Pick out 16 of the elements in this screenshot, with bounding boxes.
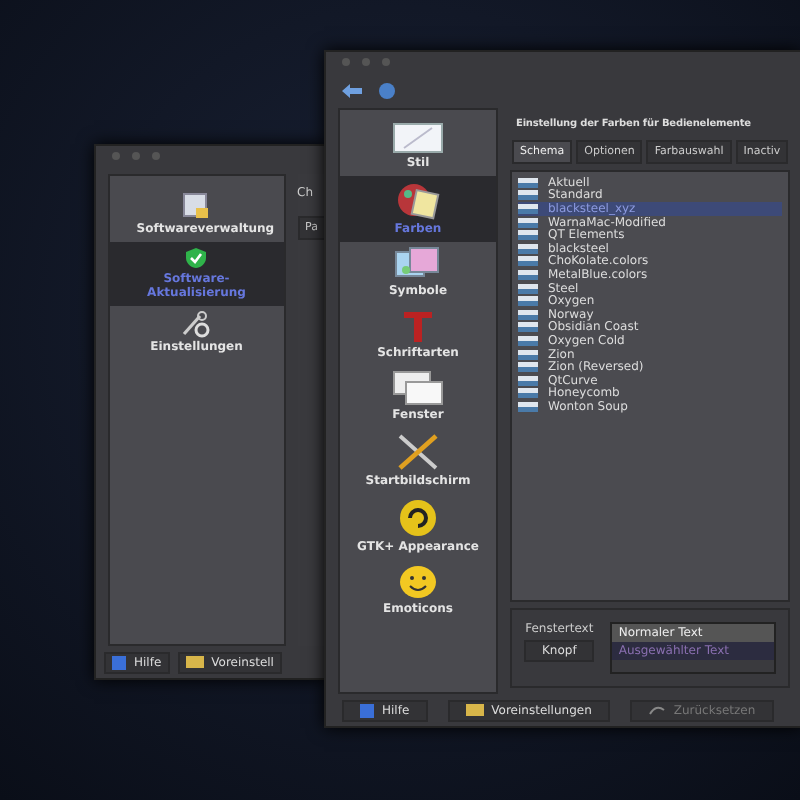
tools-icon: [396, 432, 440, 472]
swirl-icon: [398, 498, 438, 538]
folder-icon: [465, 704, 484, 716]
shield-check-icon: [184, 246, 209, 270]
images-icon: [394, 246, 442, 282]
wrench-gear-icon: [180, 310, 213, 338]
folder-icon: [185, 656, 204, 668]
windows-icon: [392, 370, 444, 406]
back-arrow-icon[interactable]: [342, 83, 362, 97]
letter-t-icon: [400, 308, 436, 344]
help-icon: [360, 703, 374, 717]
palette-icon: [396, 180, 440, 220]
smiley-icon: [398, 564, 438, 600]
window-icon: [392, 122, 444, 154]
help-icon: [112, 655, 126, 669]
box-icon: [182, 192, 211, 220]
